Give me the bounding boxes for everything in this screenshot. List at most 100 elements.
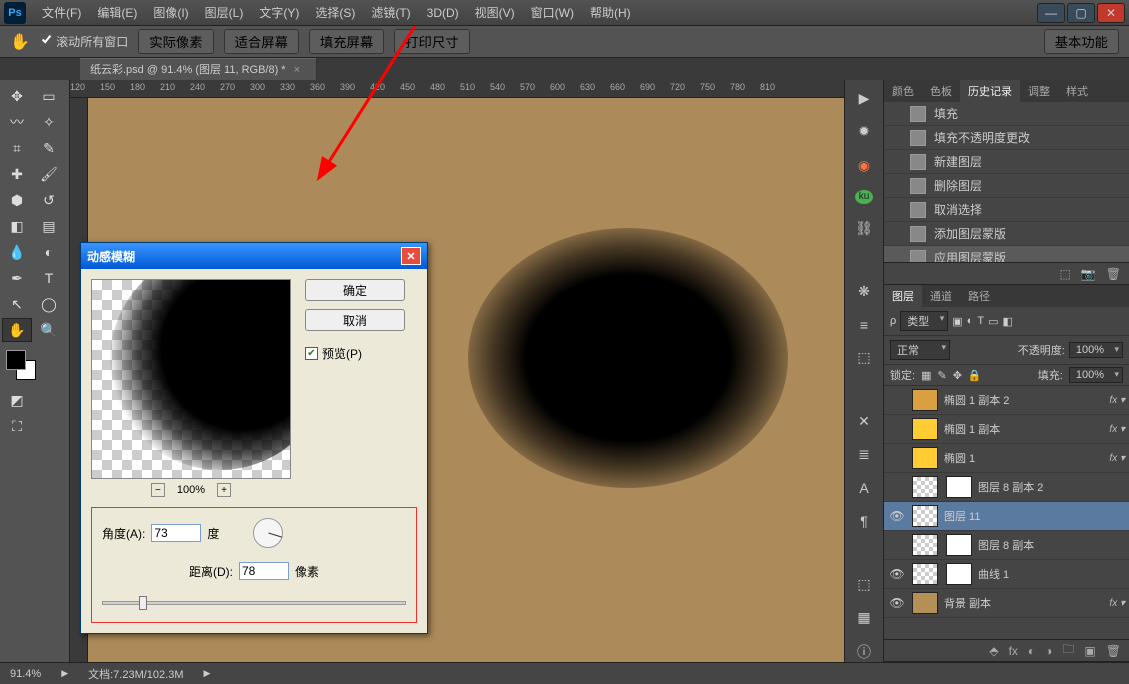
filter-adj-icon[interactable]: ◐ [967,315,974,327]
mask-icon[interactable]: ◐ [1028,644,1035,658]
group-icon[interactable]: 🗀 [1062,640,1074,661]
menu-window[interactable]: 窗口(W) [523,0,582,26]
menu-layer[interactable]: 图层(L) [197,0,252,26]
para-icon[interactable]: ¶ [853,512,875,529]
menu-select[interactable]: 选择(S) [307,0,363,26]
menu-file[interactable]: 文件(F) [34,0,89,26]
menu-image[interactable]: 图像(I) [145,0,196,26]
adj-layer-icon[interactable]: ◑ [1045,644,1052,658]
window-minimize[interactable]: — [1037,3,1065,23]
history-item[interactable]: 填充不透明度更改 [884,126,1129,150]
tab-history[interactable]: 历史记录 [960,80,1020,102]
settings-icon[interactable]: ≡ [853,316,875,333]
stamp-tool[interactable]: ⬢ [2,188,32,212]
history-brush-tool[interactable]: ↺ [34,188,64,212]
brush-tool[interactable]: 🖌 [34,162,64,186]
zoom-out-button[interactable]: − [151,483,165,497]
layer-row[interactable]: 图层 8 副本 [884,531,1129,560]
layer-row[interactable]: 👁图层 11 [884,502,1129,531]
opt-actual-pixels[interactable]: 实际像素 [138,29,213,54]
kuler-icon[interactable]: ku [855,190,873,204]
opt-fill-screen[interactable]: 填充屏幕 [309,29,384,54]
cube-icon[interactable]: ⬚ [853,576,875,593]
layer-row[interactable]: 椭圆 1 副本 2fx ▾ [884,386,1129,415]
history-item[interactable]: 填充 [884,102,1129,126]
preview-checkbox[interactable]: ✔ 预览(P) [305,345,405,362]
play-icon[interactable]: ▶ [853,90,875,107]
align-icon[interactable]: ≣ [853,446,875,463]
pen-tool[interactable]: ✒ [2,266,32,290]
visibility-icon[interactable]: 👁 [888,567,906,581]
distance-input[interactable] [239,562,289,580]
crop-tool[interactable]: ⌗ [2,136,32,160]
marquee-tool[interactable]: ▭ [34,84,64,108]
zoom-tool[interactable]: 🔍 [34,318,64,342]
type-tool[interactable]: T [34,266,64,290]
dialog-preview[interactable] [91,279,291,479]
menu-type[interactable]: 文字(Y) [251,0,307,26]
window-maximize[interactable]: ▢ [1067,3,1095,23]
history-item[interactable]: 添加图层蒙版 [884,222,1129,246]
color-wheel-icon[interactable]: ◉ [853,156,875,173]
history-item[interactable]: 删除图层 [884,174,1129,198]
close-doc-icon[interactable]: × [294,64,300,76]
fx-badge[interactable]: fx ▾ [1109,598,1125,609]
lasso-tool[interactable]: 〰 [2,110,32,134]
move-tool[interactable]: ✥ [2,84,32,108]
tab-layers[interactable]: 图层 [884,285,922,307]
gradient-tool[interactable]: ▤ [34,214,64,238]
color-swatches[interactable] [2,348,67,384]
snapshot-icon[interactable]: ⬚ [1059,267,1070,281]
layer-row[interactable]: 椭圆 1 副本fx ▾ [884,415,1129,444]
zoom-in-button[interactable]: + [217,483,231,497]
window-close[interactable]: ✕ [1097,3,1125,23]
filter-shape-icon[interactable]: ▭ [988,315,998,328]
history-item[interactable]: 新建图层 [884,150,1129,174]
scroll-all-check[interactable]: 滚动所有窗口 [40,33,128,50]
opt-fit-screen[interactable]: 适合屏幕 [224,29,299,54]
dodge-tool[interactable]: ◐ [34,240,64,264]
eraser-tool[interactable]: ◧ [2,214,32,238]
info-icon[interactable]: ⓘ [853,642,875,662]
link-layers-icon[interactable]: ⬘ [989,644,998,658]
cross-icon[interactable]: ✕ [853,413,875,430]
opacity-field[interactable]: 100% [1069,342,1123,358]
distance-slider[interactable] [102,594,406,612]
tab-channels[interactable]: 通道 [922,285,960,307]
document-tab[interactable]: 纸云彩.psd @ 91.4% (图层 11, RGB/8) *× [80,58,317,80]
blur-tool[interactable]: 💧 [2,240,32,264]
layer-row[interactable]: 图层 8 副本 2 [884,473,1129,502]
filter-type-icon[interactable]: T [977,315,984,327]
lock-pos-icon[interactable]: ✥ [953,369,962,382]
new-layer-icon[interactable]: ▣ [1084,644,1095,658]
tab-styles[interactable]: 样式 [1058,80,1096,102]
menu-filter[interactable]: 滤镜(T) [363,0,418,26]
tab-swatch[interactable]: 色板 [922,80,960,102]
filter-img-icon[interactable]: ▣ [952,315,962,328]
menu-help[interactable]: 帮助(H) [582,0,639,26]
lock-trans-icon[interactable]: ▦ [921,369,931,382]
angle-input[interactable] [151,524,201,542]
dialog-titlebar[interactable]: 动感模糊 ✕ [81,243,427,269]
shape-tool[interactable]: ◯ [34,292,64,316]
menu-view[interactable]: 视图(V) [467,0,523,26]
tab-paths[interactable]: 路径 [960,285,998,307]
fx-badge[interactable]: fx ▾ [1109,395,1125,406]
history-item[interactable]: 应用图层蒙版 [884,246,1129,262]
history-item[interactable]: 取消选择 [884,198,1129,222]
heal-tool[interactable]: ✚ [2,162,32,186]
clone-icon[interactable]: ⬚ [853,349,875,366]
fg-color[interactable] [6,350,26,370]
visibility-icon[interactable]: 👁 [888,596,906,610]
ok-button[interactable]: 确定 [305,279,405,301]
compass-icon[interactable]: ✹ [853,123,875,140]
wand-tool[interactable]: ✧ [34,110,64,134]
quickmask-tool[interactable]: ◩ [2,388,32,412]
trash-icon[interactable]: 🗑 [1106,267,1121,281]
screenmode-tool[interactable]: ⛶ [2,414,32,438]
links-icon[interactable]: ⛓ [853,220,875,237]
fx-icon[interactable]: fx [1009,644,1018,658]
menu-edit[interactable]: 编辑(E) [89,0,145,26]
tab-adjust[interactable]: 调整 [1020,80,1058,102]
dialog-close-button[interactable]: ✕ [401,247,421,265]
